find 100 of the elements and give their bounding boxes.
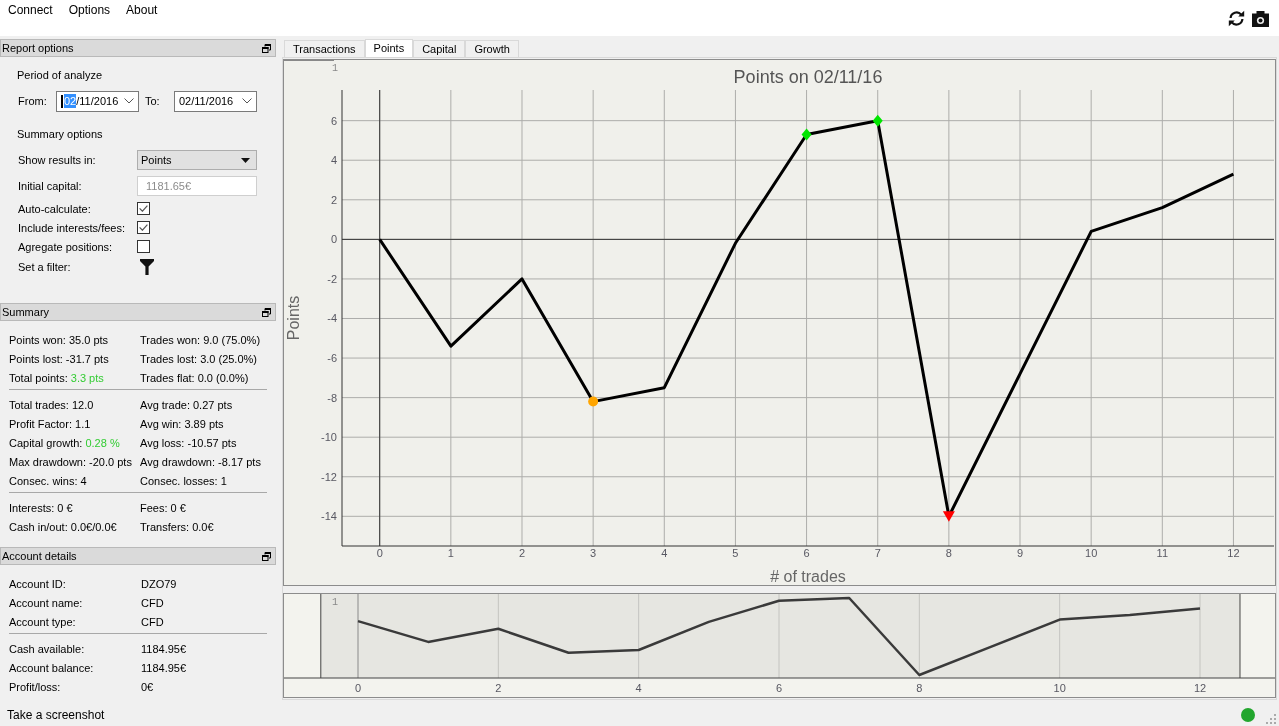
menu-item[interactable]: Connect	[0, 0, 60, 20]
summary-stat: Cash in/out: 0.0€/0.0€	[9, 520, 118, 533]
field-label: Include interests/fees:	[18, 221, 126, 234]
axis-tick-label: 4	[661, 547, 668, 559]
restore-icon[interactable]	[262, 43, 271, 53]
summary-stat: Points lost: -31.7 pts	[9, 352, 110, 365]
axis-tick-label: 12	[1193, 682, 1207, 694]
detail-value: DZO79	[141, 577, 177, 590]
checkbox[interactable]	[137, 202, 150, 215]
axis-tick-label: -10	[321, 431, 337, 444]
field-label: Initial capital:	[18, 180, 83, 192]
axis-tick-label: 1	[332, 597, 338, 608]
detail-value: 0€	[141, 680, 154, 693]
axis-tick-label: 0	[354, 682, 362, 694]
chart-title: Points on 02/11/16	[733, 67, 883, 87]
detail-value: 1184.95€	[141, 642, 187, 655]
date-field[interactable]: 02/11/2016	[174, 90, 257, 112]
camera-icon[interactable]	[1252, 10, 1269, 27]
summary-stat: Profit Factor: 1.1	[9, 417, 92, 430]
menu-item[interactable]: Options	[60, 0, 118, 20]
panel-title: Summary	[2, 305, 50, 319]
summary-stat: Avg win: 3.89 pts	[140, 417, 224, 430]
summary-stat: Consec. wins: 4	[9, 474, 88, 487]
axis-tick-label: 0	[330, 233, 337, 246]
axis-tick-label: -8	[327, 391, 337, 404]
axis-tick-label: 11	[1156, 547, 1168, 559]
tab[interactable]: Transactions	[284, 40, 365, 57]
detail-value: CFD	[141, 596, 164, 609]
chevron-down-icon	[242, 98, 252, 104]
restore-icon[interactable]	[262, 551, 271, 561]
summary-stat: Avg trade: 0.27 pts	[140, 398, 233, 411]
axis-tick-label: -12	[321, 470, 337, 483]
resize-grip-icon[interactable]	[1266, 714, 1276, 724]
panel-title: Report options	[2, 41, 74, 55]
summary-stat: Avg loss: -10.57 pts	[140, 436, 237, 449]
menu-item[interactable]: About	[118, 0, 165, 20]
detail-label: Account type:	[9, 615, 77, 628]
axis-tick-label: 8	[916, 682, 923, 694]
axis-tick-label: 10	[1085, 547, 1098, 559]
summary-stat: Transfers: 0.0€	[140, 520, 214, 533]
axis-tick-label: 1	[332, 63, 338, 74]
refresh-icon[interactable]	[1228, 10, 1245, 27]
axis-tick-label: 8	[945, 547, 952, 559]
panel-title: Account details	[2, 549, 77, 563]
axis-tick-label: 1	[447, 547, 454, 559]
axis-tick-label: 2	[495, 682, 502, 694]
detail-value: 1184.95€	[141, 661, 187, 674]
checkmark-icon	[139, 205, 148, 212]
summary-stat: Interests: 0 €	[9, 501, 74, 514]
detail-label: Account name:	[9, 596, 84, 609]
checkmark-icon	[139, 224, 148, 231]
detail-value: CFD	[141, 615, 164, 628]
restore-icon[interactable]	[262, 307, 271, 317]
detail-label: Cash available:	[9, 642, 86, 655]
axis-tick-label: 4	[330, 154, 337, 167]
axis-tick-label: 4	[635, 682, 642, 694]
tab[interactable]: Points	[364, 39, 414, 57]
summary-stat: Trades lost: 3.0 (25.0%)	[140, 352, 257, 365]
axis-tick-label: 6	[803, 547, 810, 559]
summary-stat: Capital growth: 0.28 %	[9, 436, 121, 449]
axis-tick-label: 7	[874, 547, 881, 559]
summary-stat: Total points: 3.3 pts	[9, 371, 105, 384]
section-heading: Period of analyze	[17, 68, 102, 83]
axis-tick-label: -4	[327, 312, 337, 325]
overview-chart[interactable]: 1 0 2 4 6 8 10 12	[283, 593, 1276, 698]
axis-tick-label: 0	[376, 547, 383, 559]
caret-icon	[241, 157, 250, 163]
results-dropdown[interactable]: Points	[137, 150, 257, 170]
axis-tick-label: 2	[330, 193, 337, 206]
detail-label: Account balance:	[9, 661, 95, 674]
field-label: Agregate positions:	[18, 240, 114, 253]
axis-tick-label: 9	[1016, 547, 1024, 559]
axis-tick-label: 3	[590, 547, 597, 559]
axis-tick-label: 12	[1227, 547, 1240, 559]
filter-icon[interactable]	[140, 259, 154, 275]
tab[interactable]: Capital	[413, 40, 466, 57]
summary-stat: Avg drawdown: -8.17 pts	[140, 455, 261, 468]
chevron-down-icon	[124, 98, 134, 104]
summary-stat: Max drawdown: -20.0 pts	[9, 455, 133, 468]
axis-tick-label: -2	[327, 272, 337, 285]
axis-label: # of trades	[770, 568, 846, 585]
status-text: Take a screenshot	[7, 708, 106, 722]
summary-stat: Fees: 0 €	[140, 501, 186, 514]
axis-tick-label: -14	[321, 510, 337, 523]
tab[interactable]: Growth	[465, 40, 519, 57]
field-label: Auto-calculate:	[18, 202, 92, 215]
summary-stat: Total trades: 12.0	[9, 398, 95, 411]
summary-stat: Consec. losses: 1	[140, 474, 227, 487]
axis-tick-label: -6	[327, 352, 337, 365]
summary-stat: Trades won: 9.0 (75.0%)	[140, 333, 261, 346]
checkbox[interactable]	[137, 240, 150, 253]
checkbox[interactable]	[137, 221, 150, 234]
summary-stat: Trades flat: 0.0 (0.0%)	[140, 371, 249, 384]
axis-label: Points	[285, 295, 302, 341]
field-label: Set a filter:	[18, 261, 72, 273]
axis-tick-label: 10	[1053, 682, 1066, 694]
field-label: From:	[18, 95, 48, 107]
axis-tick-label: 5	[732, 547, 739, 559]
axis-tick-label: 6	[775, 682, 783, 694]
summary-stat: Points won: 35.0 pts	[9, 333, 110, 346]
